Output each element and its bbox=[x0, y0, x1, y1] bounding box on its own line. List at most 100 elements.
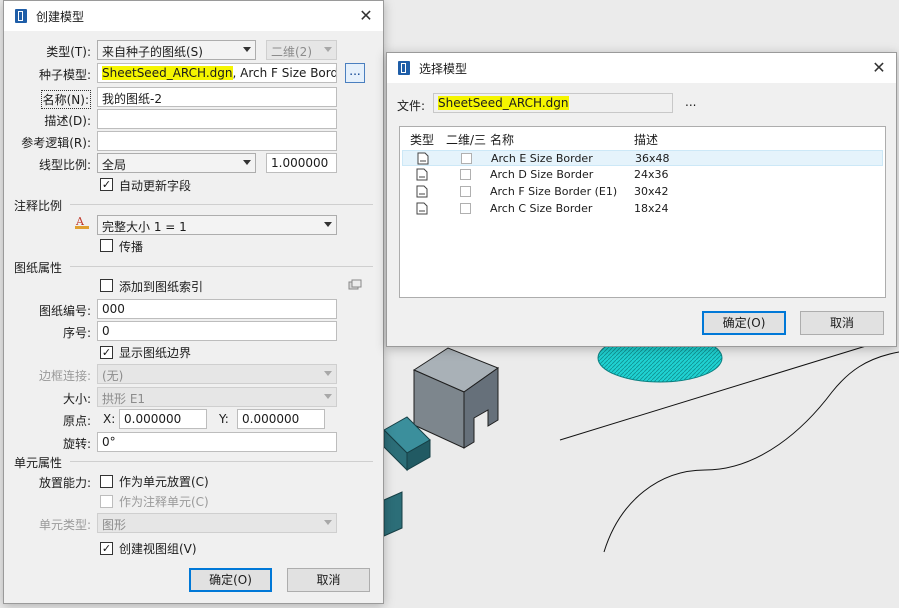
seed-model-label: 种子模型: bbox=[38, 68, 91, 82]
origin-label: 原点: bbox=[62, 414, 91, 428]
origin-y-label: Y: bbox=[219, 412, 229, 426]
annotation-scale-section-title: 注释比例 bbox=[14, 199, 63, 213]
list-item[interactable]: Arch C Size Border 18x24 bbox=[402, 201, 883, 217]
add-to-index-checkbox[interactable] bbox=[100, 279, 113, 292]
chevron-down-icon bbox=[324, 520, 332, 525]
type-select-value: 来自种子的图纸(S) bbox=[102, 45, 203, 59]
app-logo-icon bbox=[15, 9, 27, 23]
seed-model-field[interactable]: SheetSeed_ARCH.dgn, Arch F Size Border (… bbox=[97, 63, 337, 83]
model-name: Arch E Size Border bbox=[491, 152, 593, 165]
border-link-select: (无) bbox=[97, 364, 337, 384]
cell-properties-section-title: 单元属性 bbox=[14, 456, 63, 470]
dimension-checkbox bbox=[460, 186, 471, 197]
show-boundary-checkbox[interactable]: ✓ bbox=[100, 346, 113, 359]
line-scale-label: 线型比例: bbox=[38, 158, 91, 172]
origin-x-input[interactable]: 0.000000 bbox=[119, 409, 207, 429]
chevron-down-icon bbox=[243, 47, 251, 52]
dimension-select: 二维(2) bbox=[266, 40, 337, 60]
rotation-input[interactable]: 0° bbox=[97, 432, 337, 452]
place-as-cell-checkbox[interactable] bbox=[100, 475, 113, 488]
sheet-number-label: 图纸编号: bbox=[38, 304, 91, 318]
dimension-checkbox bbox=[461, 153, 472, 164]
add-to-index-label: 添加到图纸索引 bbox=[119, 280, 204, 294]
annotation-scale-select[interactable]: 完整大小 1 = 1 bbox=[97, 215, 337, 235]
model-description: 18x24 bbox=[634, 202, 669, 215]
size-value: 拱形 E1 bbox=[102, 392, 146, 406]
cell-type-label: 单元类型: bbox=[38, 518, 91, 532]
seed-browse-button[interactable]: ... bbox=[345, 63, 365, 83]
placement-label: 放置能力: bbox=[38, 476, 91, 490]
chevron-down-icon bbox=[324, 371, 332, 376]
sequence-input[interactable]: 0 bbox=[97, 321, 337, 341]
cancel-button[interactable]: 取消 bbox=[287, 568, 370, 592]
create-view-group-label: 创建视图组(V) bbox=[119, 542, 197, 556]
column-header-description[interactable]: 描述 bbox=[634, 131, 658, 148]
origin-y-input[interactable]: 0.000000 bbox=[237, 409, 325, 429]
name-label: 名称(N): bbox=[40, 90, 91, 109]
size-select: 拱形 E1 bbox=[97, 387, 337, 407]
cell-type-value: 图形 bbox=[102, 518, 127, 532]
model-list[interactable]: 类型 二维/三 名称 描述 Arch E Size Border 36x48 A… bbox=[399, 126, 886, 298]
model-name: Arch C Size Border bbox=[490, 202, 593, 215]
column-header-type[interactable]: 类型 bbox=[410, 131, 434, 148]
ok-button[interactable]: 确定(O) bbox=[702, 311, 786, 335]
place-as-cell-label: 作为单元放置(C) bbox=[119, 475, 209, 489]
propagate-label: 传播 bbox=[119, 240, 144, 254]
line-scale-select[interactable]: 全局 bbox=[97, 153, 256, 173]
create-model-dialog: 创建模型 ✕ 类型(T): 来自种子的图纸(S) 二维(2) 种子模型: She… bbox=[3, 0, 384, 604]
title-bar[interactable]: 创建模型 ✕ bbox=[4, 1, 383, 31]
sheet-index-icon[interactable] bbox=[348, 279, 362, 291]
annotation-scale-value: 完整大小 1 = 1 bbox=[102, 220, 187, 234]
seed-model-name: , Arch F Size Border (E1) bbox=[232, 66, 337, 80]
section-divider bbox=[70, 204, 373, 205]
column-header-dimension[interactable]: 二维/三 bbox=[446, 131, 486, 148]
model-name: Arch F Size Border (E1) bbox=[490, 185, 618, 198]
show-boundary-label: 显示图纸边界 bbox=[119, 346, 192, 360]
annotation-cell-checkbox bbox=[100, 495, 113, 508]
propagate-checkbox[interactable] bbox=[100, 239, 113, 252]
line-scale-value: 全局 bbox=[102, 158, 127, 172]
title-bar[interactable]: 选择模型 ✕ bbox=[387, 53, 896, 83]
description-label: 描述(D): bbox=[44, 114, 91, 128]
list-item[interactable]: Arch E Size Border 36x48 bbox=[402, 150, 883, 166]
cell-type-select: 图形 bbox=[97, 513, 337, 533]
origin-x-label: X: bbox=[103, 412, 116, 426]
chevron-down-icon bbox=[324, 394, 332, 399]
app-logo-icon bbox=[398, 61, 410, 75]
description-input[interactable] bbox=[97, 109, 337, 129]
close-icon[interactable]: ✕ bbox=[868, 57, 890, 79]
dimension-select-value: 二维(2) bbox=[271, 45, 312, 59]
section-divider bbox=[70, 266, 373, 267]
cancel-button[interactable]: 取消 bbox=[800, 311, 884, 335]
type-select[interactable]: 来自种子的图纸(S) bbox=[97, 40, 256, 60]
ok-button[interactable]: 确定(O) bbox=[189, 568, 272, 592]
border-link-value: (无) bbox=[102, 369, 124, 383]
chevron-down-icon bbox=[324, 47, 332, 52]
size-label: 大小: bbox=[62, 392, 91, 406]
rotation-label: 旋转: bbox=[62, 437, 91, 451]
select-model-dialog: 选择模型 ✕ 文件: SheetSeed_ARCH.dgn ... 类型 二维/… bbox=[386, 52, 897, 347]
auto-update-checkbox[interactable]: ✓ bbox=[100, 178, 113, 191]
grey-gate-shape bbox=[412, 347, 500, 449]
sheet-number-input[interactable]: 000 bbox=[97, 299, 337, 319]
model-name: Arch D Size Border bbox=[490, 168, 594, 181]
list-item[interactable]: Arch F Size Border (E1) 30x42 bbox=[402, 184, 883, 200]
model-description: 36x48 bbox=[635, 152, 670, 165]
annotation-scale-icon: A bbox=[75, 215, 89, 229]
model-description: 24x36 bbox=[634, 168, 669, 181]
reference-logic-input[interactable] bbox=[97, 131, 337, 151]
list-item[interactable]: Arch D Size Border 24x36 bbox=[402, 167, 883, 183]
close-icon[interactable]: ✕ bbox=[355, 5, 377, 27]
auto-update-label: 自动更新字段 bbox=[119, 179, 192, 193]
column-header-name[interactable]: 名称 bbox=[490, 131, 514, 148]
sheet-properties-section-title: 图纸属性 bbox=[14, 261, 63, 275]
create-view-group-checkbox[interactable]: ✓ bbox=[100, 542, 113, 555]
line-scale-number-input[interactable]: 1.000000 bbox=[266, 153, 337, 173]
name-input[interactable]: 我的图纸-2 bbox=[97, 87, 337, 107]
file-label: 文件: bbox=[397, 99, 426, 113]
dialog-title: 创建模型 bbox=[36, 10, 85, 24]
teal-block-shape-2 bbox=[383, 491, 403, 537]
dimension-checkbox bbox=[460, 169, 471, 180]
file-browse-button[interactable]: ... bbox=[685, 95, 696, 109]
chevron-down-icon bbox=[324, 222, 332, 227]
